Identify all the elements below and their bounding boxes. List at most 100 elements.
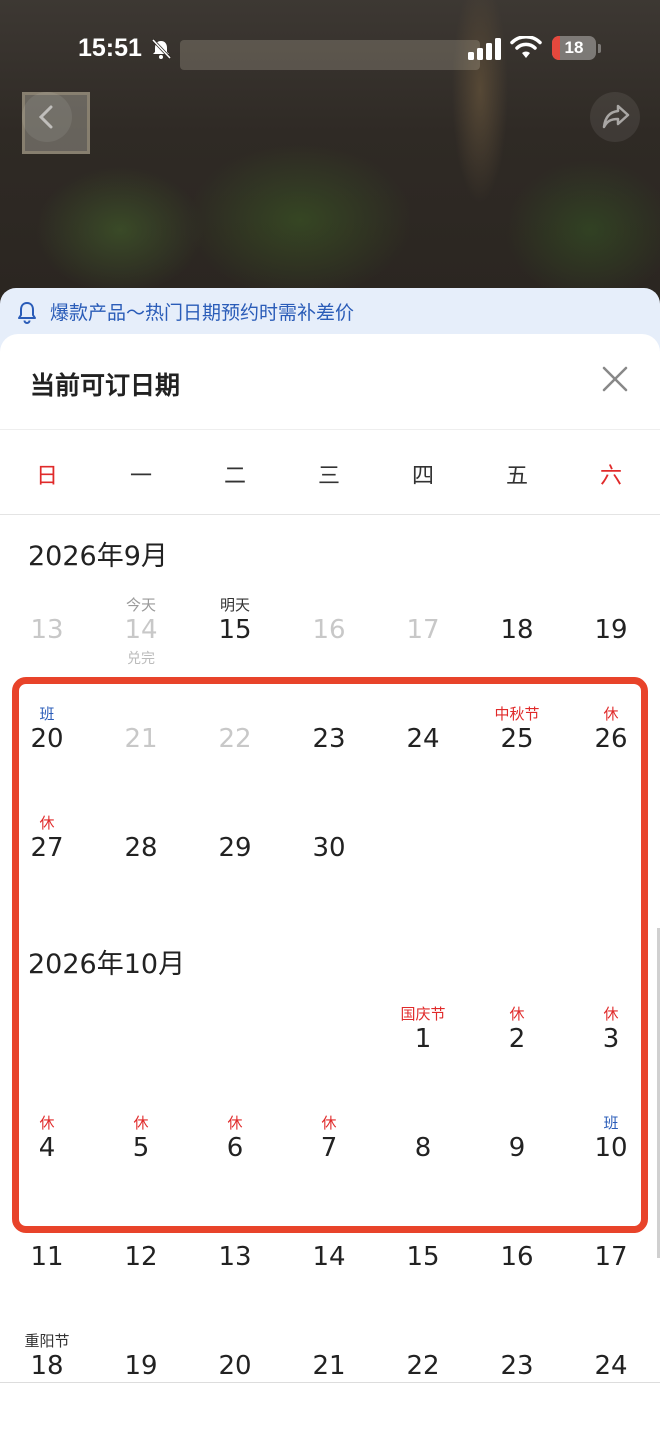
day-number: 28 (124, 833, 158, 863)
day-number: 20 (30, 724, 64, 754)
weekday-label: 日 (35, 464, 58, 489)
day-tag: 休 (603, 705, 619, 723)
day-number: 24 (594, 1351, 628, 1381)
day-cell[interactable]: 明天 15 (188, 596, 282, 696)
back-button[interactable] (22, 92, 72, 142)
day-number: 17 (594, 1242, 628, 1272)
day-number: 19 (124, 1351, 158, 1381)
day-tag: 休 (603, 1005, 619, 1023)
day-cell[interactable]: 休5 (94, 1114, 188, 1214)
weekday-label: 四 (411, 464, 434, 489)
day-cell: 22 (188, 705, 282, 805)
day-tag: 休 (227, 1114, 243, 1132)
day-number: 12 (124, 1242, 158, 1272)
day-tag: 今天 (125, 596, 156, 614)
day-cell[interactable]: 28 (94, 814, 188, 914)
day-number: 7 (320, 1133, 338, 1163)
day-tag: 班 (603, 1114, 619, 1132)
day-number: 14 (312, 1242, 346, 1272)
day-cell[interactable]: 11 (0, 1223, 94, 1323)
day-cell: 21 (94, 705, 188, 805)
day-cell[interactable]: 休 26 (564, 705, 658, 805)
day-number: 9 (508, 1133, 526, 1163)
day-cell: 13 (0, 596, 94, 696)
day-cell[interactable]: 休4 (0, 1114, 94, 1214)
day-cell[interactable]: 班 10 (564, 1114, 658, 1214)
day-cell[interactable]: 班 20 (0, 705, 94, 805)
day-number: 3 (602, 1024, 620, 1054)
sheet-title: 当前可订日期 (30, 371, 181, 400)
day-number: 21 (312, 1351, 346, 1381)
day-number: 15 (218, 615, 252, 645)
day-number: 22 (218, 724, 252, 754)
weekday-header: 日一二三四五六 (0, 430, 660, 514)
day-number: 11 (30, 1242, 64, 1272)
day-number: 23 (500, 1351, 534, 1381)
day-cell[interactable]: 国庆节 1 (376, 1005, 470, 1105)
day-cell[interactable]: 19 (564, 596, 658, 696)
day-cell[interactable]: 休7 (282, 1114, 376, 1214)
day-cell[interactable]: 休3 (564, 1005, 658, 1105)
battery-level: 18 (564, 38, 584, 57)
month-title: 2026年10月 (28, 949, 186, 980)
day-cell[interactable]: 休2 (470, 1005, 564, 1105)
day-number: 13 (30, 615, 64, 645)
day-cell[interactable]: 14 (282, 1223, 376, 1323)
day-number: 26 (594, 724, 628, 754)
divider (0, 514, 660, 515)
day-number: 25 (500, 724, 534, 754)
day-cell[interactable]: 休6 (188, 1114, 282, 1214)
wifi-icon (510, 36, 542, 58)
status-time: 15:51 (78, 34, 142, 62)
day-tag: 中秋节 (494, 705, 540, 723)
day-tag: 休 (39, 814, 55, 832)
day-cell[interactable]: 17 (564, 1223, 658, 1323)
day-number: 17 (406, 615, 440, 645)
day-cell[interactable]: 24 (376, 705, 470, 805)
weekday-label: 三 (317, 464, 340, 489)
day-tag: 休 (321, 1114, 337, 1132)
day-cell[interactable]: 12 (94, 1223, 188, 1323)
day-number: 24 (406, 724, 440, 754)
day-cell: 16 (282, 596, 376, 696)
day-tag: 休 (509, 1005, 525, 1023)
day-cell[interactable]: 中秋节 25 (470, 705, 564, 805)
day-number: 27 (30, 833, 64, 863)
day-cell: 今天 14 兑完 (94, 596, 188, 696)
day-cell[interactable]: 15 (376, 1223, 470, 1323)
day-cell[interactable]: 29 (188, 814, 282, 914)
day-tag: 重阳节 (24, 1332, 70, 1350)
day-cell[interactable]: 30 (282, 814, 376, 914)
signal-icon (468, 38, 501, 60)
day-number: 20 (218, 1351, 252, 1381)
day-cell[interactable]: 9 (470, 1114, 564, 1214)
day-tag: 休 (133, 1114, 149, 1132)
day-cell[interactable]: 8 (376, 1114, 470, 1214)
share-button[interactable] (590, 92, 640, 142)
day-cell[interactable]: 16 (470, 1223, 564, 1323)
day-tag: 班 (39, 705, 55, 723)
day-number: 1 (414, 1024, 432, 1054)
day-number: 22 (406, 1351, 440, 1381)
bell-icon (18, 302, 36, 324)
day-cell[interactable]: 18 (470, 596, 564, 696)
notice-text: 爆款产品～热门日期预约时需补差价 (50, 302, 355, 324)
share-icon (602, 104, 630, 129)
day-tag: 明天 (219, 596, 250, 614)
day-number: 2 (508, 1024, 526, 1054)
day-cell[interactable]: 13 (188, 1223, 282, 1323)
day-number: 13 (218, 1242, 252, 1272)
date-picker-sheet: 当前可订日期 日一二三四五六 2026年9月 13 今天 14 兑完 明天 15 16 17 18… (0, 334, 660, 1434)
day-tag: 休 (39, 1114, 55, 1132)
weekday-label: 一 (129, 464, 152, 489)
day-number: 8 (414, 1133, 432, 1163)
day-cell[interactable]: 23 (282, 705, 376, 805)
close-icon[interactable] (600, 364, 630, 394)
day-tag: 国庆节 (400, 1005, 446, 1023)
weekday-label: 五 (505, 464, 528, 489)
divider (0, 1382, 660, 1383)
battery-tip (598, 44, 601, 53)
day-cell[interactable]: 休 27 (0, 814, 94, 914)
month-title: 2026年9月 (28, 541, 168, 572)
weekday-label: 二 (223, 464, 246, 489)
